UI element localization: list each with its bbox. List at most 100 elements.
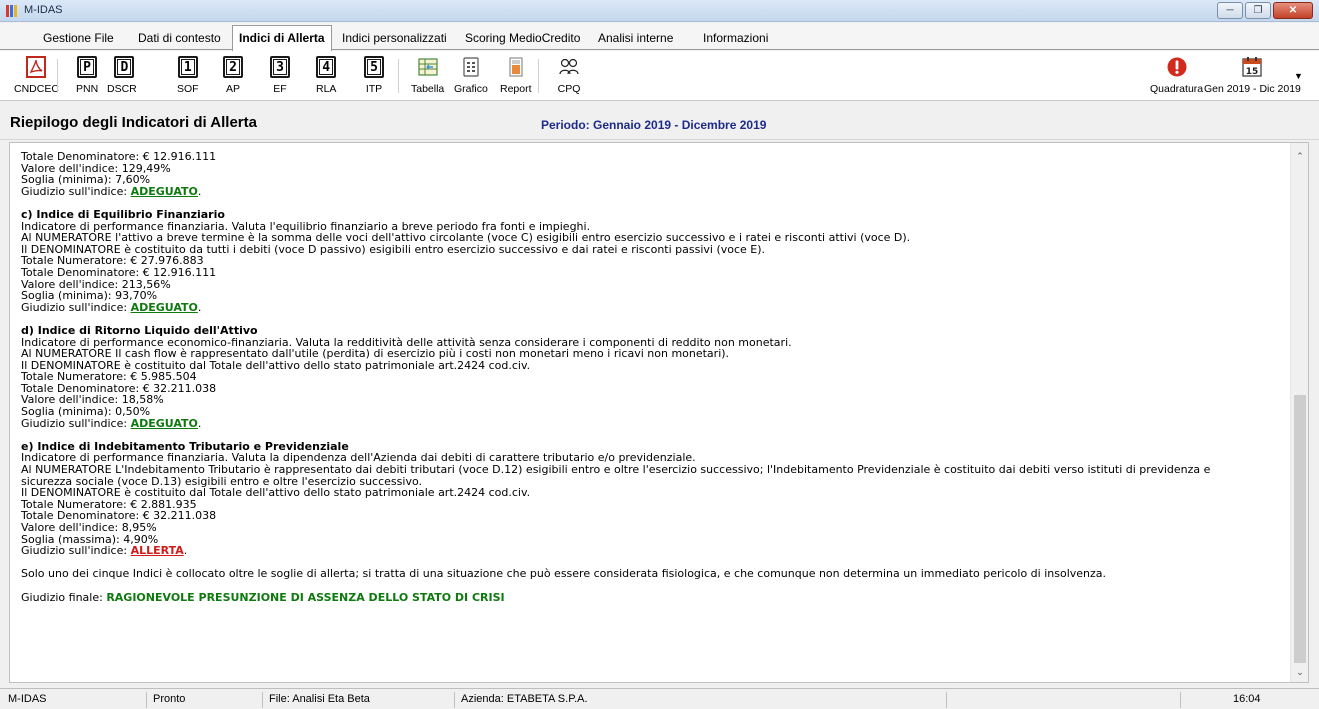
quadratura-label: Quadratura [1150, 83, 1204, 95]
summary-line: Solo uno dei cinque Indici è collocato o… [21, 567, 1107, 581]
menu-scoring-mediocredito[interactable]: Scoring MedioCredito [465, 28, 580, 50]
chevron-up-icon: ⌃ [1296, 151, 1304, 161]
cndcec-label: CNDCEC [14, 83, 59, 95]
status-app: M-IDAS [8, 693, 47, 705]
restore-icon: ❐ [1253, 5, 1263, 16]
status-empty-panel [946, 692, 1180, 708]
window-title: M-IDAS [24, 4, 63, 16]
cpq-button[interactable]: CPQ [557, 56, 581, 95]
toolbar-separator [538, 59, 539, 93]
menu-indici-allerta[interactable]: Indici di Allerta [232, 25, 332, 51]
toolbar-separator [398, 59, 399, 93]
giudizio-prefix: Giudizio sull'indice: [21, 184, 131, 198]
menu-gestione-file[interactable]: Gestione File [43, 28, 114, 50]
quadratura-button[interactable]: Quadratura [1150, 56, 1203, 95]
pnn-label: PNN [76, 83, 99, 95]
itp-label: ITP [365, 83, 383, 95]
status-bar: M-IDAS Pronto File: Analisi Eta Beta Azi… [0, 688, 1319, 709]
report-line: Al NUMERATORE Il cash flow è rappresenta… [21, 347, 730, 361]
dscr-label: DSCR [107, 83, 137, 95]
report-line: Al NUMERATORE L'Indebitamento Tributario… [21, 463, 1211, 477]
chart-icon [463, 57, 479, 77]
dscr-button[interactable]: D DSCR [107, 56, 137, 95]
grafico-button[interactable]: Grafico [454, 56, 488, 95]
giudizio-prefix: Giudizio sull'indice: [21, 544, 131, 558]
restore-button[interactable]: ❐ [1245, 2, 1271, 19]
giudizio-adeguato-link[interactable]: ADEGUATO [131, 301, 198, 314]
giudizio-suffix: . [197, 184, 202, 198]
vertical-scrollbar[interactable]: ⌃ ⌄ [1290, 143, 1308, 682]
scroll-down-button[interactable]: ⌄ [1291, 663, 1308, 681]
section-title: d) Indice di Ritorno Liquido dell'Attivo [21, 323, 258, 337]
report-text-panel[interactable]: Totale Denominatore: € 12.916.111 Valore… [9, 142, 1309, 683]
alert-icon [1167, 57, 1187, 77]
toolbar: CNDCEC P PNN D DSCR 1 SOF 2 AP 3 EF 4 RL… [0, 51, 1319, 101]
menu-indici-personalizzati[interactable]: Indici personalizzati [342, 28, 447, 50]
final-judgement-line: Giudizio finale: RAGIONEVOLE PRESUNZIONE… [21, 590, 1286, 604]
close-button[interactable]: ✕ [1273, 2, 1313, 19]
indicator-3-icon: 3 [270, 56, 290, 78]
scroll-up-button[interactable]: ⌃ [1291, 147, 1308, 165]
report-text: Totale Denominatore: € 12.916.111 Valore… [21, 151, 1286, 603]
indicator-2-icon: 2 [223, 56, 243, 78]
menu-analisi-interne[interactable]: Analisi interne [598, 28, 673, 50]
report-header: Riepilogo degli Indicatori di Allerta Pe… [0, 102, 1319, 140]
report-line: Soglia (minima): 7,60% [21, 173, 151, 187]
period-selector-button[interactable]: 15 Gen 2019 - Dic 2019 [1204, 56, 1301, 95]
tabella-label: Tabella [411, 83, 445, 95]
final-prefix: Giudizio finale: [21, 590, 107, 604]
giudizio-suffix: . [197, 416, 202, 430]
sof-button[interactable]: 1 SOF [177, 56, 199, 95]
scrollbar-thumb[interactable] [1294, 395, 1306, 663]
giudizio-prefix: Giudizio sull'indice: [21, 416, 131, 430]
minimize-icon: ─ [1226, 5, 1234, 16]
giudizio-allerta-link[interactable]: ALLERTA [131, 544, 184, 557]
report-line: Totale Denominatore: € 12.916.111 [21, 150, 217, 163]
ef-label: EF [273, 83, 287, 95]
giudizio-line: Giudizio sull'indice: ADEGUATO. [21, 300, 1286, 314]
period-label: Periodo: Gennaio 2019 - Dicembre 2019 [541, 118, 767, 132]
indicator-1-icon: 1 [177, 56, 198, 78]
chevron-down-icon: ▼ [1294, 71, 1303, 81]
tabella-button[interactable]: Tabella [411, 56, 444, 95]
giudizio-suffix: . [197, 300, 202, 314]
app-logo-icon [6, 5, 18, 17]
ap-button[interactable]: 2 AP [223, 56, 243, 95]
report-line: Soglia (minima): 93,70% [21, 289, 158, 303]
itp-button[interactable]: 5 ITP [364, 56, 384, 95]
report-button[interactable]: Report [500, 56, 532, 95]
report-line: Al NUMERATORE l'attivo a breve termine è… [21, 231, 911, 245]
giudizio-prefix: Giudizio sull'indice: [21, 300, 131, 314]
status-azienda: Azienda: ETABETA S.P.A. [454, 692, 946, 708]
ef-button[interactable]: 3 EF [270, 56, 290, 95]
pdf-icon [26, 56, 47, 78]
close-icon: ✕ [1288, 5, 1298, 16]
menu-informazioni[interactable]: Informazioni [703, 28, 768, 50]
report-line: Soglia (massima): 4,90% [21, 532, 159, 546]
report-line: Valore dell'indice: 213,56% [21, 277, 171, 291]
cpq-label: CPQ [557, 83, 581, 95]
table-icon [418, 58, 438, 76]
status-time: 16:04 [1180, 692, 1317, 708]
giudizio-suffix: . [183, 544, 188, 558]
report-line: Il DENOMINATORE è costituito dal Totale … [21, 486, 531, 500]
report-line: Soglia (minima): 0,50% [21, 405, 151, 419]
minimize-button[interactable]: ─ [1217, 2, 1243, 19]
sof-label: SOF [177, 83, 199, 95]
calendar-icon: 15 [1242, 57, 1263, 77]
window-titlebar: M-IDAS ─ ❐ ✕ [0, 0, 1319, 22]
report-line: Totale Denominatore: € 12.916.111 [21, 265, 217, 279]
section-title: c) Indice di Equilibrio Finanziario [21, 207, 225, 221]
menu-dati-contesto[interactable]: Dati di contesto [138, 28, 221, 50]
giudizio-adeguato-link[interactable]: ADEGUATO [131, 185, 198, 198]
toolbar-overflow-button[interactable]: ▼ [1294, 71, 1303, 81]
grafico-label: Grafico [454, 83, 488, 95]
status-state: Pronto [146, 692, 262, 708]
report-label: Report [500, 83, 532, 95]
giudizio-adeguato-link[interactable]: ADEGUATO [131, 417, 198, 430]
report-line: Valore dell'indice: 129,49% [21, 161, 171, 175]
report-line: Totale Denominatore: € 32.211.038 [21, 509, 217, 523]
cndcec-button[interactable]: CNDCEC [14, 56, 59, 95]
rla-button[interactable]: 4 RLA [316, 56, 336, 95]
pnn-button[interactable]: P PNN [76, 56, 98, 95]
